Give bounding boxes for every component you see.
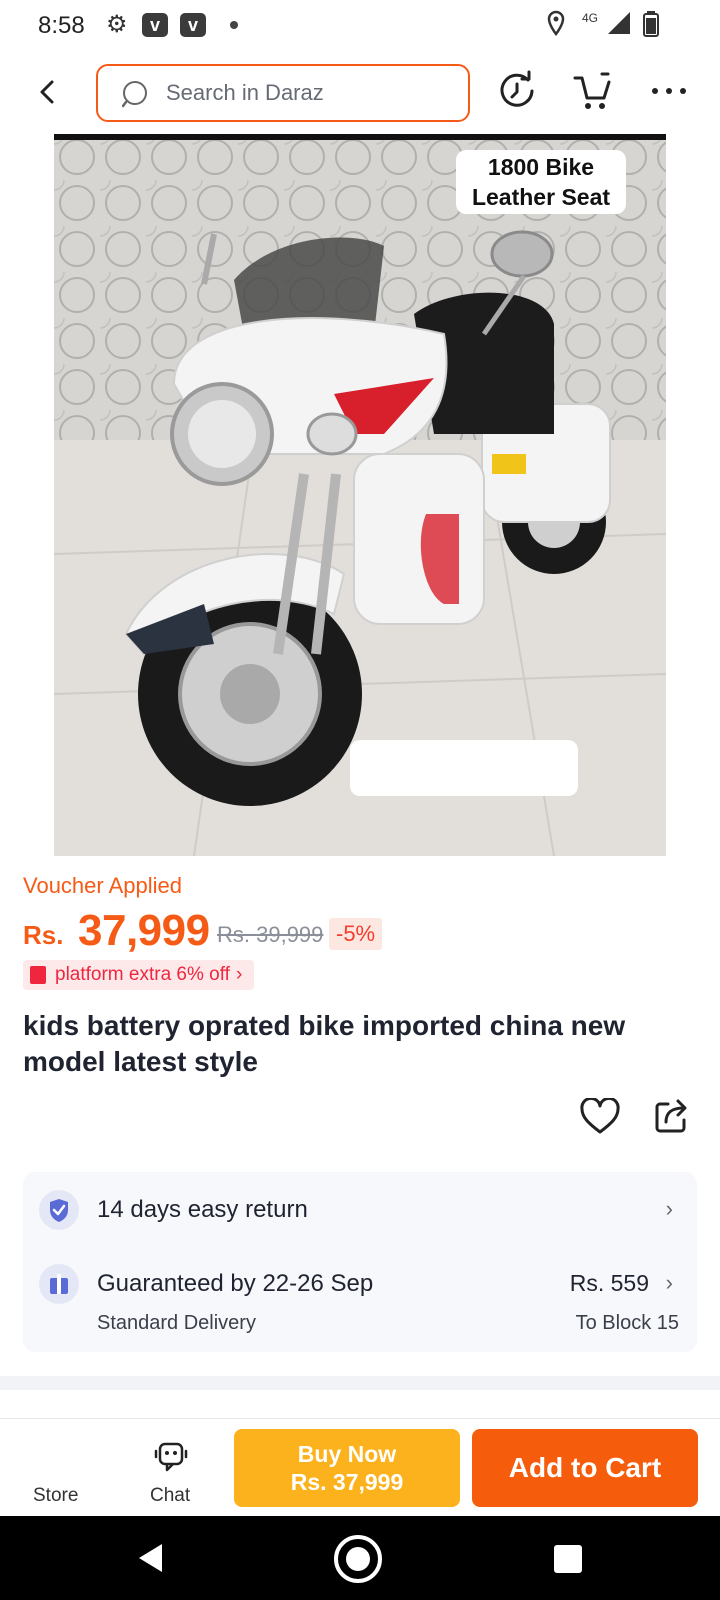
- search-input[interactable]: Search in Daraz: [96, 64, 470, 122]
- status-bar: 8:58 ⚙ v v 4G: [0, 0, 720, 52]
- battery-icon: [643, 11, 659, 37]
- network-type: 4G: [582, 11, 599, 25]
- search-placeholder: Search in Daraz: [166, 80, 324, 105]
- buy-now-button[interactable]: Buy Now Rs. 37,999: [234, 1429, 460, 1507]
- bottom-action-bar: Store Chat Buy Now Rs. 37,999 Add to Car…: [0, 1418, 720, 1516]
- location-icon: [547, 10, 565, 37]
- price-currency: Rs.: [23, 920, 64, 950]
- original-price: Rs. 39,999: [217, 922, 324, 947]
- delivery-location[interactable]: To Block 15: [576, 1312, 679, 1335]
- delivery-guarantee[interactable]: Guaranteed by 22-26 Sep: [97, 1270, 373, 1298]
- buy-now-label: Buy Now: [297, 1441, 397, 1467]
- section-divider: [0, 1376, 720, 1390]
- search-icon: [122, 81, 147, 108]
- service-card: 14 days easy return › Guaranteed by 22-2…: [23, 1172, 697, 1352]
- chevron-right-icon: ›: [235, 964, 243, 985]
- product-image[interactable]: 1800 Bike Leather Seat: [54, 134, 666, 856]
- nav-home-icon[interactable]: [334, 1535, 382, 1583]
- voucher-label: Voucher Applied: [23, 873, 183, 898]
- promo-tag[interactable]: platform extra 6% off ›: [23, 960, 255, 990]
- buy-now-price: Rs. 37,999: [290, 1469, 404, 1495]
- delivery-box-icon: [39, 1264, 79, 1304]
- return-policy-text[interactable]: 14 days easy return: [97, 1196, 308, 1224]
- image-tag-line1: 1800 Bike: [487, 154, 595, 180]
- share-icon[interactable]: [654, 1098, 690, 1134]
- header: Search in Daraz: [0, 52, 720, 134]
- gear-icon: ⚙: [106, 11, 128, 38]
- image-tag-line2: Leather Seat: [471, 184, 611, 210]
- image-tag: 1800 Bike Leather Seat: [456, 150, 626, 214]
- chevron-right-icon[interactable]: ›: [666, 1196, 673, 1222]
- signal-icon: [608, 12, 630, 34]
- chevron-right-icon[interactable]: ›: [666, 1270, 673, 1296]
- v-app-icon: v: [142, 13, 168, 37]
- chat-icon: [154, 1442, 188, 1472]
- chat-button[interactable]: Chat: [140, 1439, 202, 1513]
- nav-back-icon[interactable]: [136, 1542, 166, 1574]
- image-overlay-pill: [350, 740, 578, 796]
- dot-icon: [230, 21, 238, 29]
- heart-icon[interactable]: [580, 1098, 620, 1136]
- v-app-icon: v: [180, 13, 206, 37]
- system-nav-bar: [0, 1516, 720, 1600]
- nav-recents-icon[interactable]: [554, 1545, 582, 1573]
- product-title: kids battery oprated bike imported china…: [23, 1010, 626, 1077]
- cart-icon[interactable]: [572, 70, 614, 112]
- more-icon[interactable]: [648, 70, 690, 112]
- delivery-price: Rs. 559: [569, 1270, 649, 1296]
- status-time: 8:58: [38, 12, 85, 39]
- history-icon[interactable]: [496, 70, 538, 112]
- back-icon[interactable]: [30, 74, 66, 110]
- delivery-type: Standard Delivery: [97, 1312, 256, 1334]
- price-value: 37,999: [78, 906, 210, 955]
- store-button[interactable]: Store: [33, 1485, 78, 1507]
- discount-badge: -5%: [329, 918, 383, 950]
- voucher-icon: [30, 966, 46, 984]
- promo-text: platform extra 6% off: [55, 964, 230, 985]
- shield-check-icon: [39, 1190, 79, 1230]
- add-to-cart-button[interactable]: Add to Cart: [472, 1429, 698, 1507]
- chat-label: Chat: [150, 1485, 191, 1506]
